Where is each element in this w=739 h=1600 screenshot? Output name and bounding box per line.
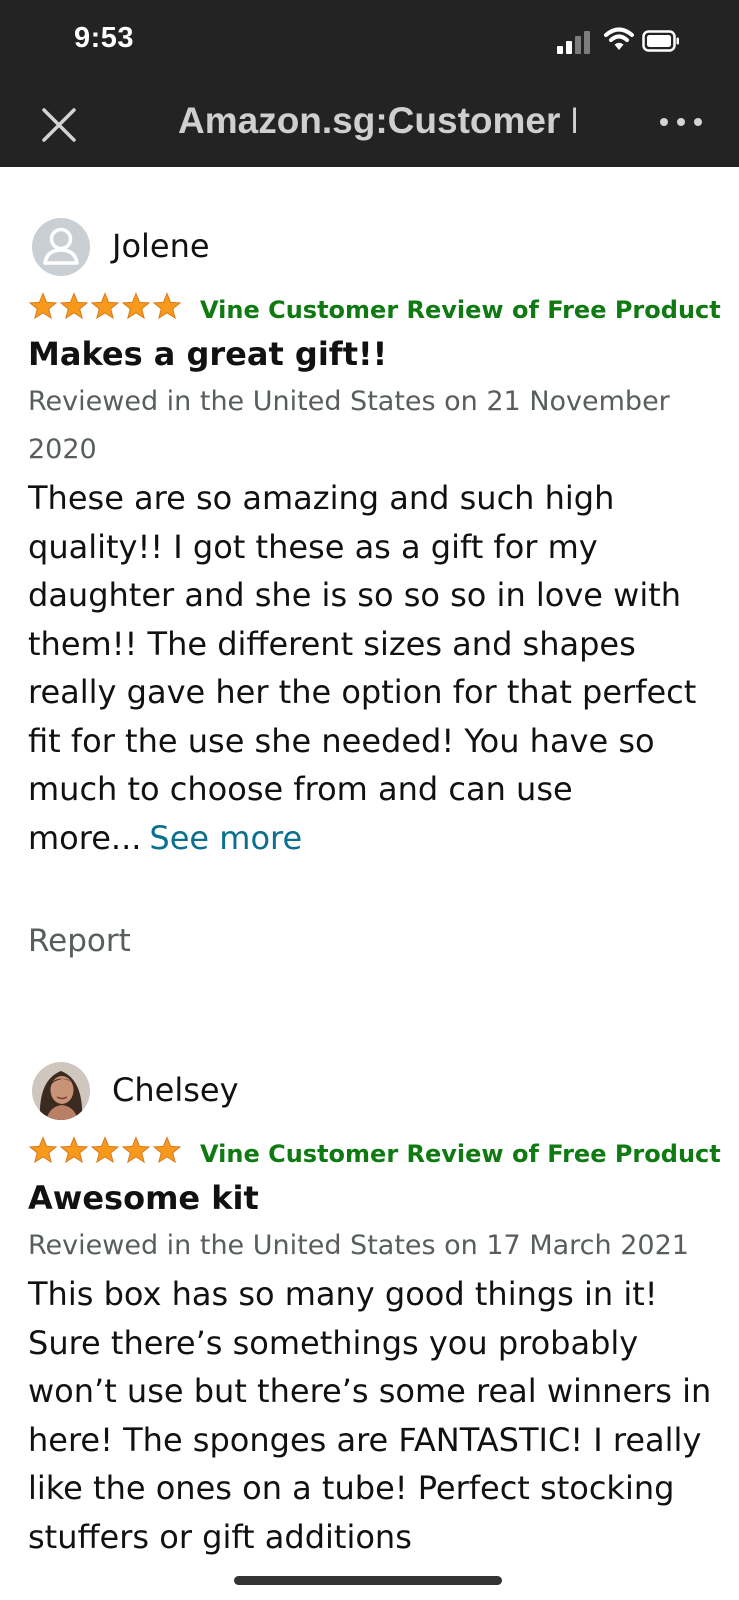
close-button[interactable] [38, 104, 80, 146]
cellular-signal-icon [557, 30, 593, 54]
battery-icon [642, 30, 679, 52]
review-body: This box has so many good things in it! … [28, 1275, 712, 1556]
page-title: Amazon.sg:Customer Reviews [178, 100, 576, 141]
reviewer-name: Jolene [112, 227, 210, 265]
home-indicator[interactable] [234, 1576, 502, 1585]
default-avatar-icon [32, 218, 90, 276]
vine-badge: Vine Customer Review of Free Product [200, 1140, 721, 1168]
reviewer-name: Chelsey [112, 1071, 239, 1109]
see-more-link[interactable]: See more [149, 819, 302, 857]
five-star-rating-icon [29, 293, 181, 319]
reviewer-profile[interactable]: Jolene [28, 218, 718, 278]
review-date: Reviewed in the United States on 21 Nove… [28, 386, 670, 465]
wifi-icon [604, 27, 634, 50]
user-photo-avatar [32, 1062, 90, 1120]
five-star-rating-icon [29, 1137, 181, 1163]
top-bar: 9:53 Amazon.sg:Customer Reviews [0, 0, 739, 167]
review-card: Jolene Vine Customer Review of Free Prod… [28, 218, 721, 959]
rating-line: Vine Customer Review of Free Product [28, 290, 721, 330]
more-options-button[interactable] [660, 118, 702, 130]
review-text: These are so amazing and such high quali… [28, 479, 697, 857]
reviewer-profile[interactable]: Chelsey [28, 1062, 718, 1122]
rating-line: Vine Customer Review of Free Product [28, 1134, 721, 1174]
review-title[interactable]: Makes a great gift!! [28, 330, 718, 378]
review-date: Reviewed in the United States on 17 Marc… [28, 1230, 689, 1261]
status-time: 9:53 [74, 22, 135, 54]
vine-badge: Vine Customer Review of Free Product [200, 296, 721, 324]
report-link[interactable]: Report [28, 923, 718, 959]
review-title[interactable]: Awesome kit [28, 1174, 718, 1222]
review-card: Chelsey Vine Customer Review of Free Pro… [28, 1062, 721, 1561]
review-body: These are so amazing and such high quali… [28, 474, 718, 862]
